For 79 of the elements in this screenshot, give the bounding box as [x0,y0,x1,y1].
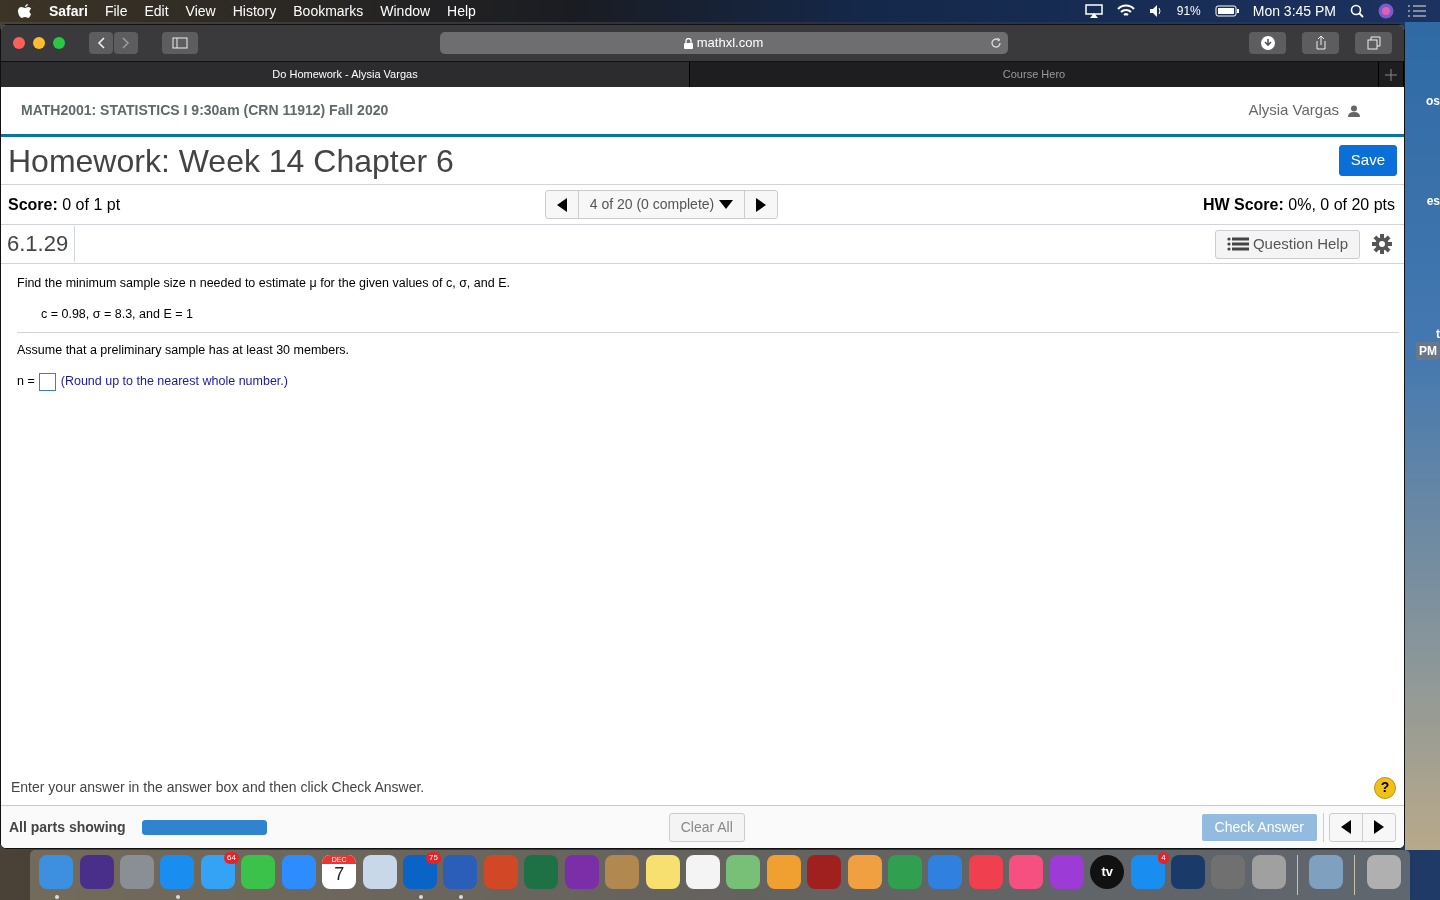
settings-icon[interactable] [1372,234,1392,254]
reload-icon[interactable] [989,37,1002,49]
share-button[interactable] [1302,32,1339,54]
search-icon[interactable] [1350,4,1364,18]
back-button[interactable] [89,32,113,54]
menu-item[interactable]: Edit [144,0,169,22]
plus-icon [1385,68,1397,81]
clock[interactable]: Mon 3:45 PM [1252,0,1336,22]
score-text: Score: 0 of 1 pt [8,194,121,215]
menu-item[interactable]: Help [447,0,476,22]
window-control[interactable] [33,37,45,49]
caret-down-icon [719,200,734,209]
person-icon [1348,104,1360,117]
desktop-icon-label[interactable]: PM [1416,342,1440,360]
triangle-right-icon [756,197,767,212]
app-icon[interactable] [1366,855,1401,889]
chevron-left-icon [97,37,105,49]
forward-button[interactable] [114,32,138,54]
window-control[interactable] [13,37,25,49]
help-button[interactable]: ? [1374,776,1396,799]
chevron-right-icon [122,37,130,49]
user-name[interactable]: Alysia Vargas [1248,99,1339,122]
triangle-left-icon [1341,820,1351,834]
desktop-icon-label[interactable]: os [1426,92,1440,110]
assumption-text: Assume that a preliminary sample has at least 30 members. [17,341,351,359]
tv-label: tv [1101,863,1113,882]
tabs-button[interactable] [1355,32,1392,54]
answer-field[interactable] [38,372,56,391]
battery-percentage: 91% [1176,3,1201,20]
app-menu[interactable]: Safari [49,0,88,22]
browser-tab[interactable]: Do Homework - Alysia Vargas [1,62,690,87]
download-icon [1259,35,1276,51]
app-icon[interactable] [1251,855,1286,889]
wifi-icon[interactable] [1116,4,1135,18]
calendar-day: 7 [334,864,345,884]
triangle-right-icon [1374,820,1384,834]
notification-count: 64 [224,852,239,864]
sidebar-button[interactable] [162,32,198,54]
given-values: c = 0.98, σ = 8.3, and E = 1 [41,305,194,323]
homework-title: Homework: Week 14 Chapter 6 [8,144,454,177]
app-icon[interactable] [847,855,882,889]
list-icon [1226,237,1249,251]
answer-label: n = [17,373,35,391]
download-button[interactable] [1249,32,1286,54]
menu-item[interactable]: View [185,0,216,22]
app-icon[interactable] [241,855,276,889]
volume-icon[interactable] [1148,4,1163,18]
menu-item[interactable]: History [232,0,277,22]
menu-item[interactable]: File [104,0,128,22]
notification-count: 4 [1158,852,1169,864]
save-button[interactable]: Save [1338,145,1397,176]
menu-item[interactable]: Window [380,0,431,22]
triangle-left-icon [556,197,567,212]
answer-hint: (Round up to the nearest whole number.) [60,373,288,391]
app-icon[interactable] [645,855,680,889]
instruction-text: Enter your answer in the answer box and then click Check Answer. [11,778,425,797]
app-icon[interactable] [726,855,761,889]
course-title: MATH2001: STATISTICS I 9:30am (CRN 11912) Fall 2020 [21,101,389,120]
desktop-icon-label[interactable]: es [1426,192,1440,210]
tabs-icon [1365,35,1382,51]
address-bar[interactable]: mathxl.com [439,32,1008,54]
app-icon[interactable] [362,855,397,889]
question-prompt: Find the minimum sample size n needed to estimate μ for the given values of c, σ, and E. [17,275,511,292]
menu-item[interactable]: Bookmarks [293,0,364,22]
airplay-icon[interactable] [1084,4,1103,18]
parts-label: All parts showing [9,817,126,837]
notification-count: 75 [426,852,441,864]
app-icon[interactable]: tv [1090,855,1125,889]
battery-icon[interactable] [1214,5,1239,17]
question-help-button[interactable]: Question Help [1214,229,1360,259]
lock-icon [683,37,693,49]
list-icon[interactable] [1408,5,1426,17]
window-control[interactable] [53,37,65,49]
sidebar-icon [172,37,188,49]
question-number: 6.1.29 [1,226,76,262]
app-icon[interactable] [766,855,801,889]
hw-score-text: HW Score: 0%, 0 of 20 pts [1202,194,1395,215]
app-icon[interactable] [685,855,720,889]
apple-logo-icon[interactable] [18,3,32,19]
